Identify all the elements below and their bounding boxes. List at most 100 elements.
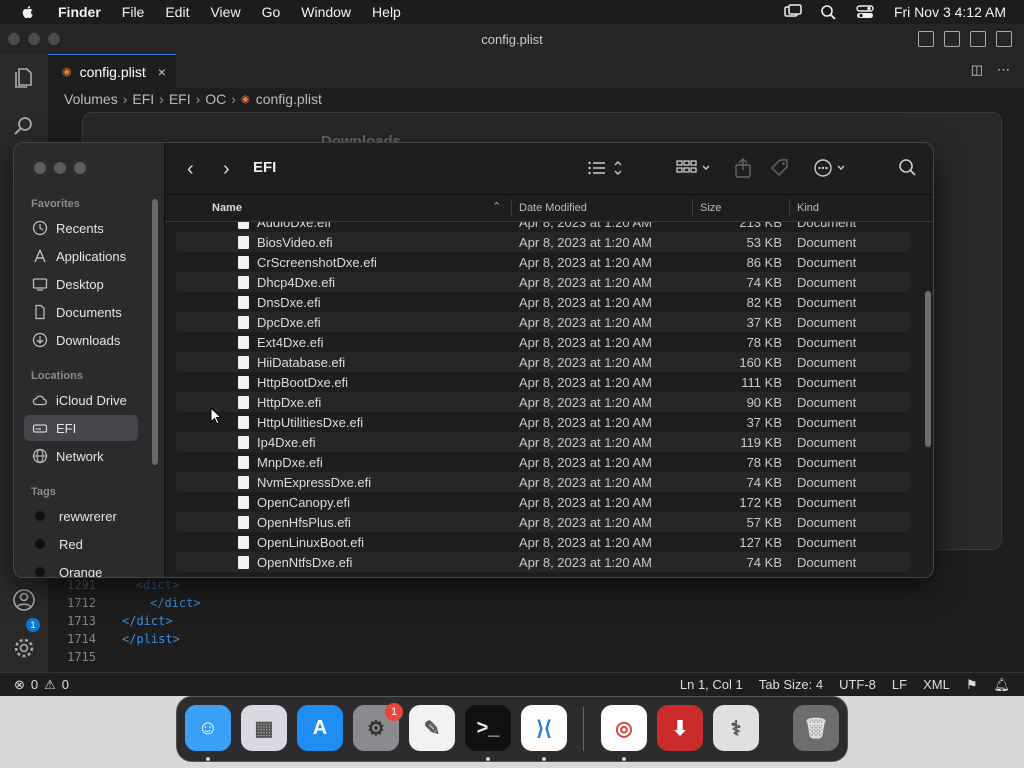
document-file-icon	[238, 376, 249, 389]
sidebar-item-applications[interactable]: Applications	[24, 243, 138, 269]
date-modified-column-header[interactable]: Date Modified	[519, 202, 587, 214]
apple-menu-icon[interactable]	[20, 4, 36, 20]
toggle-primary-sidebar-icon[interactable]	[918, 31, 934, 47]
file-row[interactable]: OpenCanopy.efi Apr 8, 2023 at 1:20 AM 172 …	[176, 492, 910, 512]
language-mode[interactable]: XML	[923, 677, 950, 692]
size-column-header[interactable]: Size	[700, 202, 721, 214]
menu-help[interactable]: Help	[372, 4, 401, 20]
search-icon[interactable]	[897, 158, 919, 178]
menu-file[interactable]: File	[122, 4, 145, 20]
share-icon[interactable]	[732, 158, 754, 178]
downloader-icon[interactable]: ⬇	[657, 705, 703, 751]
menu-window[interactable]: Window	[301, 4, 351, 20]
control-center-icon[interactable]	[856, 4, 874, 20]
file-row[interactable]: DnsDxe.efi Apr 8, 2023 at 1:20 AM 82 KB Doc…	[176, 292, 910, 312]
sidebar-item-efi[interactable]: EFI	[24, 415, 138, 441]
explorer-icon[interactable]	[12, 66, 36, 90]
menu-go[interactable]: Go	[262, 4, 281, 20]
menu-app-name[interactable]: Finder	[58, 4, 101, 20]
breadcrumb-efi[interactable]: EFI	[132, 91, 154, 107]
tab-config-plist[interactable]: ◉ config.plist ×	[48, 54, 176, 88]
line-ending[interactable]: LF	[892, 677, 907, 692]
app-store-icon[interactable]: A	[297, 705, 343, 751]
sidebar-scrollbar[interactable]	[152, 199, 158, 465]
forward-icon[interactable]: ›	[223, 158, 230, 181]
file-row[interactable]: OpenLinuxBoot.efi Apr 8, 2023 at 1:20 AM 1…	[176, 532, 910, 552]
file-row[interactable]: CrScreenshotDxe.efi Apr 8, 2023 at 1:20 A…	[176, 252, 910, 272]
spotlight-search-icon[interactable]	[820, 4, 838, 20]
file-row[interactable]: HttpBootDxe.efi Apr 8, 2023 at 1:20 AM 111…	[176, 372, 910, 392]
toggle-panel-icon[interactable]	[944, 31, 960, 47]
editor-code-area[interactable]: 1291 <dict> 1712 </dict> 1713 </dict> 17…	[48, 576, 1024, 676]
file-row[interactable]: OpenNtfsDxe.efi Apr 8, 2023 at 1:20 AM 74 …	[176, 552, 910, 572]
more-options-icon[interactable]	[813, 158, 849, 178]
close-tab-icon[interactable]: ×	[158, 64, 166, 80]
minimize-window-button[interactable]	[28, 33, 40, 45]
finder-minimize-button[interactable]	[54, 162, 66, 174]
launchpad-icon[interactable]: ▦	[241, 705, 287, 751]
finder-close-button[interactable]	[34, 162, 46, 174]
notifications-bell-icon[interactable]: 🔔︎	[993, 677, 1010, 693]
file-list-scrollbar[interactable]	[925, 291, 931, 447]
textedit-icon[interactable]: ✎	[409, 705, 455, 751]
tag-icon[interactable]	[769, 158, 791, 178]
file-encoding[interactable]: UTF-8	[839, 677, 876, 692]
file-row[interactable]: HiiDatabase.efi Apr 8, 2023 at 1:20 AM 160…	[176, 352, 910, 372]
file-row[interactable]: MnpDxe.efi Apr 8, 2023 at 1:20 AM 78 KB Doc…	[176, 452, 910, 472]
vscode-icon[interactable]: ⟩⟨	[521, 705, 567, 751]
feedback-icon[interactable]: ⚑	[966, 677, 978, 693]
file-row[interactable]: Ip4Dxe.efi Apr 8, 2023 at 1:20 AM 119 KB Do…	[176, 432, 910, 452]
file-row[interactable]: Ext4Dxe.efi Apr 8, 2023 at 1:20 AM 78 KB Do…	[176, 332, 910, 352]
document-file-icon	[238, 456, 249, 469]
sidebar-tag-red[interactable]: Red	[24, 531, 138, 557]
menubar-clock[interactable]: Fri Nov 3 4:12 AM	[894, 4, 1006, 20]
finder-icon[interactable]: ☺	[185, 705, 231, 751]
close-window-button[interactable]	[8, 33, 20, 45]
sidebar-item-downloads[interactable]: Downloads	[24, 327, 138, 353]
chrome-icon[interactable]: ◎	[601, 705, 647, 751]
menu-edit[interactable]: Edit	[165, 4, 189, 20]
account-icon[interactable]	[12, 588, 36, 612]
file-row[interactable]: BiosVideo.efi Apr 8, 2023 at 1:20 AM 53 KB…	[176, 232, 910, 252]
file-row[interactable]: HttpUtilitiesDxe.efi Apr 8, 2023 at 1:20 …	[176, 412, 910, 432]
sidebar-item-network[interactable]: Network	[24, 443, 138, 469]
kind-column-header[interactable]: Kind	[797, 202, 819, 214]
cursor-position[interactable]: Ln 1, Col 1	[680, 677, 743, 692]
sidebar-item-desktop[interactable]: Desktop	[24, 271, 138, 297]
list-view-icon[interactable]	[587, 158, 623, 178]
file-row[interactable]: NvmExpressDxe.efi Apr 8, 2023 at 1:20 AM 7…	[176, 472, 910, 492]
zoom-window-button[interactable]	[48, 33, 60, 45]
menu-view[interactable]: View	[210, 4, 240, 20]
sidebar-item-documents[interactable]: Documents	[24, 299, 138, 325]
toggle-secondary-sidebar-icon[interactable]	[970, 31, 986, 47]
finder-zoom-button[interactable]	[74, 162, 86, 174]
tab-size[interactable]: Tab Size: 4	[759, 677, 823, 692]
search-icon[interactable]	[12, 114, 36, 138]
disk-utility-icon[interactable]: ⚕	[713, 705, 759, 751]
name-column-header[interactable]: Name	[212, 202, 242, 214]
file-row[interactable]: DpcDxe.efi Apr 8, 2023 at 1:20 AM 37 KB Doc…	[176, 312, 910, 332]
more-actions-icon[interactable]: ⋯	[997, 62, 1010, 78]
file-row[interactable]: HttpDxe.efi Apr 8, 2023 at 1:20 AM 90 KB Do…	[176, 392, 910, 412]
sidebar-tag-orange[interactable]: Orange	[24, 559, 138, 577]
manage-gear-icon[interactable]	[12, 636, 36, 660]
customize-layout-icon[interactable]	[996, 31, 1012, 47]
trash-icon[interactable]: 🗑︎	[793, 705, 839, 751]
file-name: Ip4Dxe.efi	[257, 434, 316, 450]
breadcrumb-efi-2[interactable]: EFI	[169, 91, 191, 107]
terminal-icon[interactable]: >_	[465, 705, 511, 751]
screen-mirroring-icon[interactable]	[784, 4, 802, 20]
problems-indicator[interactable]: ⊗ 0 ⚠ 0	[14, 677, 69, 693]
file-row[interactable]: AudioDxe.efi Apr 8, 2023 at 1:20 AM 213 KB…	[176, 222, 910, 232]
breadcrumb-oc[interactable]: OC	[205, 91, 226, 107]
breadcrumb-volumes[interactable]: Volumes	[64, 91, 118, 107]
sidebar-item-icloud-drive[interactable]: iCloud Drive	[24, 387, 138, 413]
split-editor-icon[interactable]: ◫	[971, 62, 983, 78]
file-row[interactable]: Dhcp4Dxe.efi Apr 8, 2023 at 1:20 AM 74 KB D…	[176, 272, 910, 292]
sidebar-item-recents[interactable]: Recents	[24, 215, 138, 241]
back-icon[interactable]: ‹	[187, 158, 194, 181]
group-by-icon[interactable]	[675, 158, 713, 178]
file-row[interactable]: OpenHfsPlus.efi Apr 8, 2023 at 1:20 AM 57 …	[176, 512, 910, 532]
breadcrumb-file[interactable]: config.plist	[256, 91, 322, 107]
sidebar-tag-rewwrerer[interactable]: rewwrerer	[24, 503, 138, 529]
